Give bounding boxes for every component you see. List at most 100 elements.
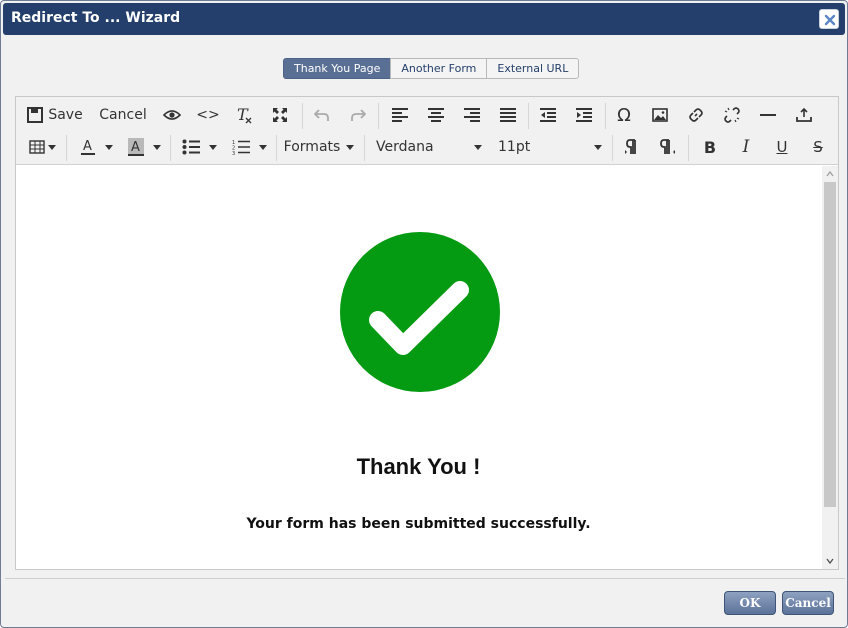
- undo-button[interactable]: [308, 101, 336, 129]
- toolbar-separator: [302, 103, 303, 129]
- toolbar-separator: [364, 135, 365, 161]
- tab-external-url[interactable]: External URL: [486, 58, 580, 79]
- toolbar-separator: [276, 135, 277, 161]
- outdent-button[interactable]: [534, 101, 562, 129]
- upload-icon: [796, 107, 812, 122]
- titlebar: Redirect To ... Wizard: [3, 3, 845, 35]
- align-left-icon: [392, 108, 408, 122]
- font-size-value: 11pt: [498, 139, 531, 155]
- thank-you-heading: Thank You !: [356, 454, 481, 479]
- scrollbar-thumb[interactable]: [824, 182, 836, 507]
- scroll-up-arrow-icon[interactable]: [826, 170, 834, 178]
- tab-thank-you-page[interactable]: Thank You Page: [283, 58, 392, 79]
- toolbar-separator: [170, 135, 171, 161]
- success-message: Your form has been submitted successfull…: [246, 516, 591, 532]
- text-color-icon: A: [80, 139, 95, 155]
- underline-icon: U: [776, 138, 788, 156]
- preview-button[interactable]: [158, 101, 186, 129]
- redo-button[interactable]: [344, 101, 372, 129]
- window-title: Redirect To ... Wizard: [11, 10, 181, 26]
- strikethrough-button[interactable]: S: [804, 133, 832, 161]
- table-button[interactable]: [24, 133, 60, 161]
- chevron-down-icon: [152, 144, 161, 150]
- link-icon: [689, 108, 703, 122]
- toolbar-separator: [688, 135, 689, 161]
- chevron-down-icon: [594, 144, 602, 150]
- source-code-button[interactable]: <>: [194, 101, 222, 129]
- insert-upload-button[interactable]: [790, 101, 818, 129]
- scroll-down-arrow-icon[interactable]: [826, 557, 834, 565]
- font-family-value: Verdana: [376, 139, 434, 155]
- bold-button[interactable]: B: [696, 133, 724, 161]
- toolbar-separator: [612, 135, 613, 161]
- editor-content-area[interactable]: Thank You ! Your form has been submitted…: [16, 166, 821, 569]
- font-size-dropdown[interactable]: 11pt: [494, 133, 602, 161]
- eye-icon: [163, 110, 181, 120]
- clear-formatting-button[interactable]: T: [230, 101, 258, 129]
- fullscreen-icon: [273, 108, 287, 122]
- numbered-list-icon: 1 2 3: [232, 140, 250, 155]
- tab-another-form[interactable]: Another Form: [390, 58, 488, 79]
- code-icon: <>: [196, 107, 220, 123]
- svg-text:A: A: [131, 140, 140, 155]
- background-color-button[interactable]: A: [124, 133, 164, 161]
- cancel-button[interactable]: Cancel: [782, 591, 834, 615]
- redo-icon: [351, 109, 366, 121]
- close-button[interactable]: [819, 9, 839, 29]
- ltr-direction-button[interactable]: [618, 133, 646, 161]
- unlink-icon: [724, 107, 740, 123]
- horizontal-rule-icon: [760, 114, 776, 116]
- cancel-toolbar-button[interactable]: Cancel: [98, 101, 148, 129]
- indent-icon: [576, 108, 592, 122]
- undo-icon: [314, 109, 329, 121]
- toolbar-row-2: A A 1 2 3 Formats Verdana 11pt B I U S: [16, 131, 838, 163]
- remove-link-button[interactable]: [718, 101, 746, 129]
- outdent-icon: [540, 108, 556, 122]
- italic-button[interactable]: I: [732, 133, 760, 161]
- ok-button[interactable]: OK: [724, 591, 776, 615]
- align-right-button[interactable]: [458, 101, 486, 129]
- save-label: Save: [48, 107, 83, 123]
- chevron-down-icon: [258, 144, 267, 150]
- image-icon: [652, 108, 668, 122]
- formats-dropdown[interactable]: Formats: [282, 133, 356, 161]
- align-right-icon: [464, 108, 480, 122]
- indent-button[interactable]: [570, 101, 598, 129]
- background-color-icon: A: [127, 138, 144, 156]
- align-left-button[interactable]: [386, 101, 414, 129]
- chevron-down-icon: [47, 144, 56, 150]
- rich-text-editor: Save Cancel <> T Ω A A 1 2 3 Formats Ver…: [15, 96, 839, 570]
- text-color-button[interactable]: A: [76, 133, 116, 161]
- chevron-down-icon: [208, 144, 217, 150]
- save-button[interactable]: Save: [24, 101, 86, 129]
- underline-button[interactable]: U: [768, 133, 796, 161]
- align-center-button[interactable]: [422, 101, 450, 129]
- special-character-button[interactable]: Ω: [610, 101, 638, 129]
- horizontal-rule-button[interactable]: [754, 101, 782, 129]
- toolbar-separator: [528, 103, 529, 129]
- insert-link-button[interactable]: [682, 101, 710, 129]
- insert-image-button[interactable]: [646, 101, 674, 129]
- chevron-down-icon: [104, 144, 113, 150]
- toolbar-separator: [66, 135, 67, 161]
- tab-bar: Thank You Page Another Form External URL: [283, 58, 580, 79]
- chevron-down-icon: [474, 144, 482, 150]
- wizard-dialog: Redirect To ... Wizard Thank You Page An…: [0, 0, 848, 628]
- bold-icon: B: [703, 137, 717, 157]
- font-family-dropdown[interactable]: Verdana: [372, 133, 482, 161]
- formats-label: Formats: [283, 139, 341, 155]
- clear-formatting-icon: T: [237, 106, 252, 124]
- bullet-list-icon: [182, 139, 200, 155]
- italic-icon: I: [742, 137, 750, 157]
- fullscreen-button[interactable]: [266, 101, 294, 129]
- editor-scrollbar[interactable]: [822, 166, 838, 569]
- rtl-direction-button[interactable]: [654, 133, 682, 161]
- checkmark-icon: [340, 232, 500, 392]
- bullet-list-button[interactable]: [178, 133, 220, 161]
- table-icon: [28, 140, 45, 154]
- strikethrough-icon: S: [813, 138, 823, 156]
- numbered-list-button[interactable]: 1 2 3: [228, 133, 270, 161]
- align-justify-button[interactable]: [494, 101, 522, 129]
- svg-text:A: A: [83, 139, 92, 154]
- editor-toolbar: Save Cancel <> T Ω A A 1 2 3 Formats Ver…: [16, 97, 838, 165]
